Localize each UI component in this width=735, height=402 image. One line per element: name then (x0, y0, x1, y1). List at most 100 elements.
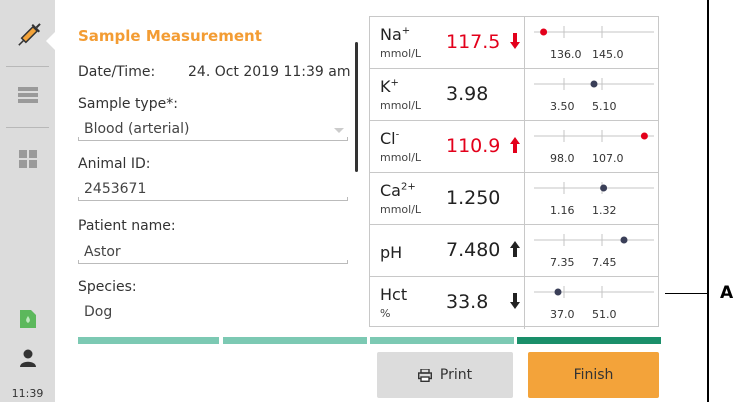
parameter-charge: + (401, 25, 411, 37)
range-high-label: 5.10 (592, 100, 617, 113)
result-row-ca[interactable]: Ca2+ mmol/L 1.250 1.16 1.32 (370, 173, 658, 225)
sidebar-divider (6, 127, 49, 128)
sample-type-label: Sample type*: (78, 96, 178, 112)
value-marker (590, 80, 598, 88)
result-value: 1.250 (446, 187, 501, 209)
result-value: 117.5 (446, 31, 501, 53)
result-value: 110.9 (446, 135, 501, 157)
parameter-charge: - (395, 129, 400, 141)
sidebar-item-list[interactable] (0, 78, 55, 112)
value-marker (620, 236, 628, 244)
range-low-label: 3.50 (550, 100, 575, 113)
parameter-unit: % (380, 307, 391, 320)
sidebar-divider (6, 66, 49, 67)
parameter-unit: mmol/L (380, 47, 422, 60)
row-divider (524, 173, 525, 224)
print-button-label: Print (439, 367, 473, 383)
callout-label: A (720, 283, 734, 303)
list-icon (17, 87, 38, 103)
range-low-label: 7.35 (550, 256, 575, 269)
arrow-up-icon (510, 137, 520, 153)
patient-name-label: Patient name: (78, 218, 176, 234)
finish-button[interactable]: Finish (528, 352, 659, 398)
row-divider (524, 69, 525, 120)
range-bar (534, 182, 654, 194)
range-bar (534, 234, 654, 246)
finish-button-label: Finish (573, 367, 614, 383)
value-marker (600, 184, 608, 192)
value-marker (540, 28, 548, 36)
row-divider (524, 17, 525, 68)
result-row-hct[interactable]: Hct% 33.8 37.0 51.0 (370, 277, 658, 329)
parameter-name: Hct (380, 285, 407, 304)
range-high-label: 145.0 (592, 48, 624, 61)
row-divider (524, 277, 525, 329)
results-panel: Na+ mmol/L 117.5 136.0 145.0 K+ mmol/L 3.98 3.50… (369, 16, 659, 329)
value-marker (554, 288, 562, 296)
datetime-label: Date/Time: (78, 64, 156, 80)
range-low-label: 136.0 (550, 48, 582, 61)
parameter-charge: 2+ (400, 181, 416, 193)
parameter-unit: mmol/L (380, 99, 422, 112)
animal-id-underline (78, 197, 348, 201)
printer-icon (417, 368, 432, 382)
range-high-label: 107.0 (592, 152, 624, 165)
clock-time: 11:39 (11, 387, 44, 400)
row-divider (524, 225, 525, 276)
sidebar-item-grid[interactable] (0, 142, 55, 176)
row-divider (524, 121, 525, 172)
result-row-cl[interactable]: Cl- mmol/L 110.9 98.0 107.0 (370, 121, 658, 173)
reference-range-scale: 1.16 1.32 (530, 173, 658, 225)
progress-segment (78, 337, 219, 344)
range-bar (534, 130, 654, 142)
parameter-name: K+ (380, 77, 399, 96)
parameter-unit: mmol/L (380, 151, 422, 164)
reference-range-scale: 7.35 7.45 (530, 225, 658, 277)
syringe-icon (17, 23, 41, 46)
sample-type-select[interactable]: Blood (arterial) (84, 121, 189, 137)
result-value: 3.98 (446, 83, 489, 105)
arrow-up-icon (510, 241, 520, 257)
range-low-label: 98.0 (550, 152, 575, 165)
range-high-label: 7.45 (592, 256, 617, 269)
callout-line (665, 293, 709, 294)
result-row-k[interactable]: K+ mmol/L 3.98 3.50 5.10 (370, 69, 658, 121)
parameter-charge: + (390, 77, 399, 89)
reference-range-scale: 98.0 107.0 (530, 121, 658, 173)
reference-range-scale: 37.0 51.0 (530, 277, 658, 329)
species-field[interactable]: Dog (84, 304, 112, 320)
parameter-label: Hct (380, 285, 408, 304)
parameter-label: Ca (380, 181, 401, 200)
parameter-label: Cl (380, 129, 396, 148)
sidebar-item-user[interactable] (0, 346, 55, 370)
parameter-unit: mmol/L (380, 203, 422, 216)
species-label: Species: (78, 279, 137, 295)
range-bar (534, 78, 654, 90)
progress-segment-active (517, 337, 661, 344)
progress-segment (370, 337, 514, 344)
form-scrollbar[interactable] (355, 42, 358, 172)
result-row-ph[interactable]: pH 7.480 7.35 7.45 (370, 225, 658, 277)
arrow-down-icon (510, 33, 520, 49)
animal-id-field[interactable]: 2453671 (84, 181, 146, 197)
parameter-name: Na+ (380, 25, 410, 44)
parameter-label: pH (380, 243, 403, 262)
parameter-label: Na (380, 25, 402, 44)
print-button[interactable]: Print (377, 352, 513, 398)
patient-name-field[interactable]: Astor (84, 244, 121, 260)
arrow-down-icon (510, 293, 520, 309)
result-row-na[interactable]: Na+ mmol/L 117.5 136.0 145.0 (370, 17, 658, 69)
parameter-name: Ca2+ (380, 181, 416, 200)
range-low-label: 1.16 (550, 204, 575, 217)
grid-icon (18, 150, 37, 168)
progress-segment (223, 337, 367, 344)
page-title: Sample Measurement (78, 27, 262, 45)
cartridge-icon (19, 310, 36, 328)
sample-type-underline (78, 137, 348, 141)
range-bar (534, 286, 654, 298)
range-high-label: 1.32 (592, 204, 617, 217)
parameter-name: pH (380, 243, 402, 262)
sidebar: 11:39 (0, 0, 55, 402)
user-icon (19, 349, 36, 367)
sidebar-item-cartridge[interactable] (0, 306, 55, 332)
